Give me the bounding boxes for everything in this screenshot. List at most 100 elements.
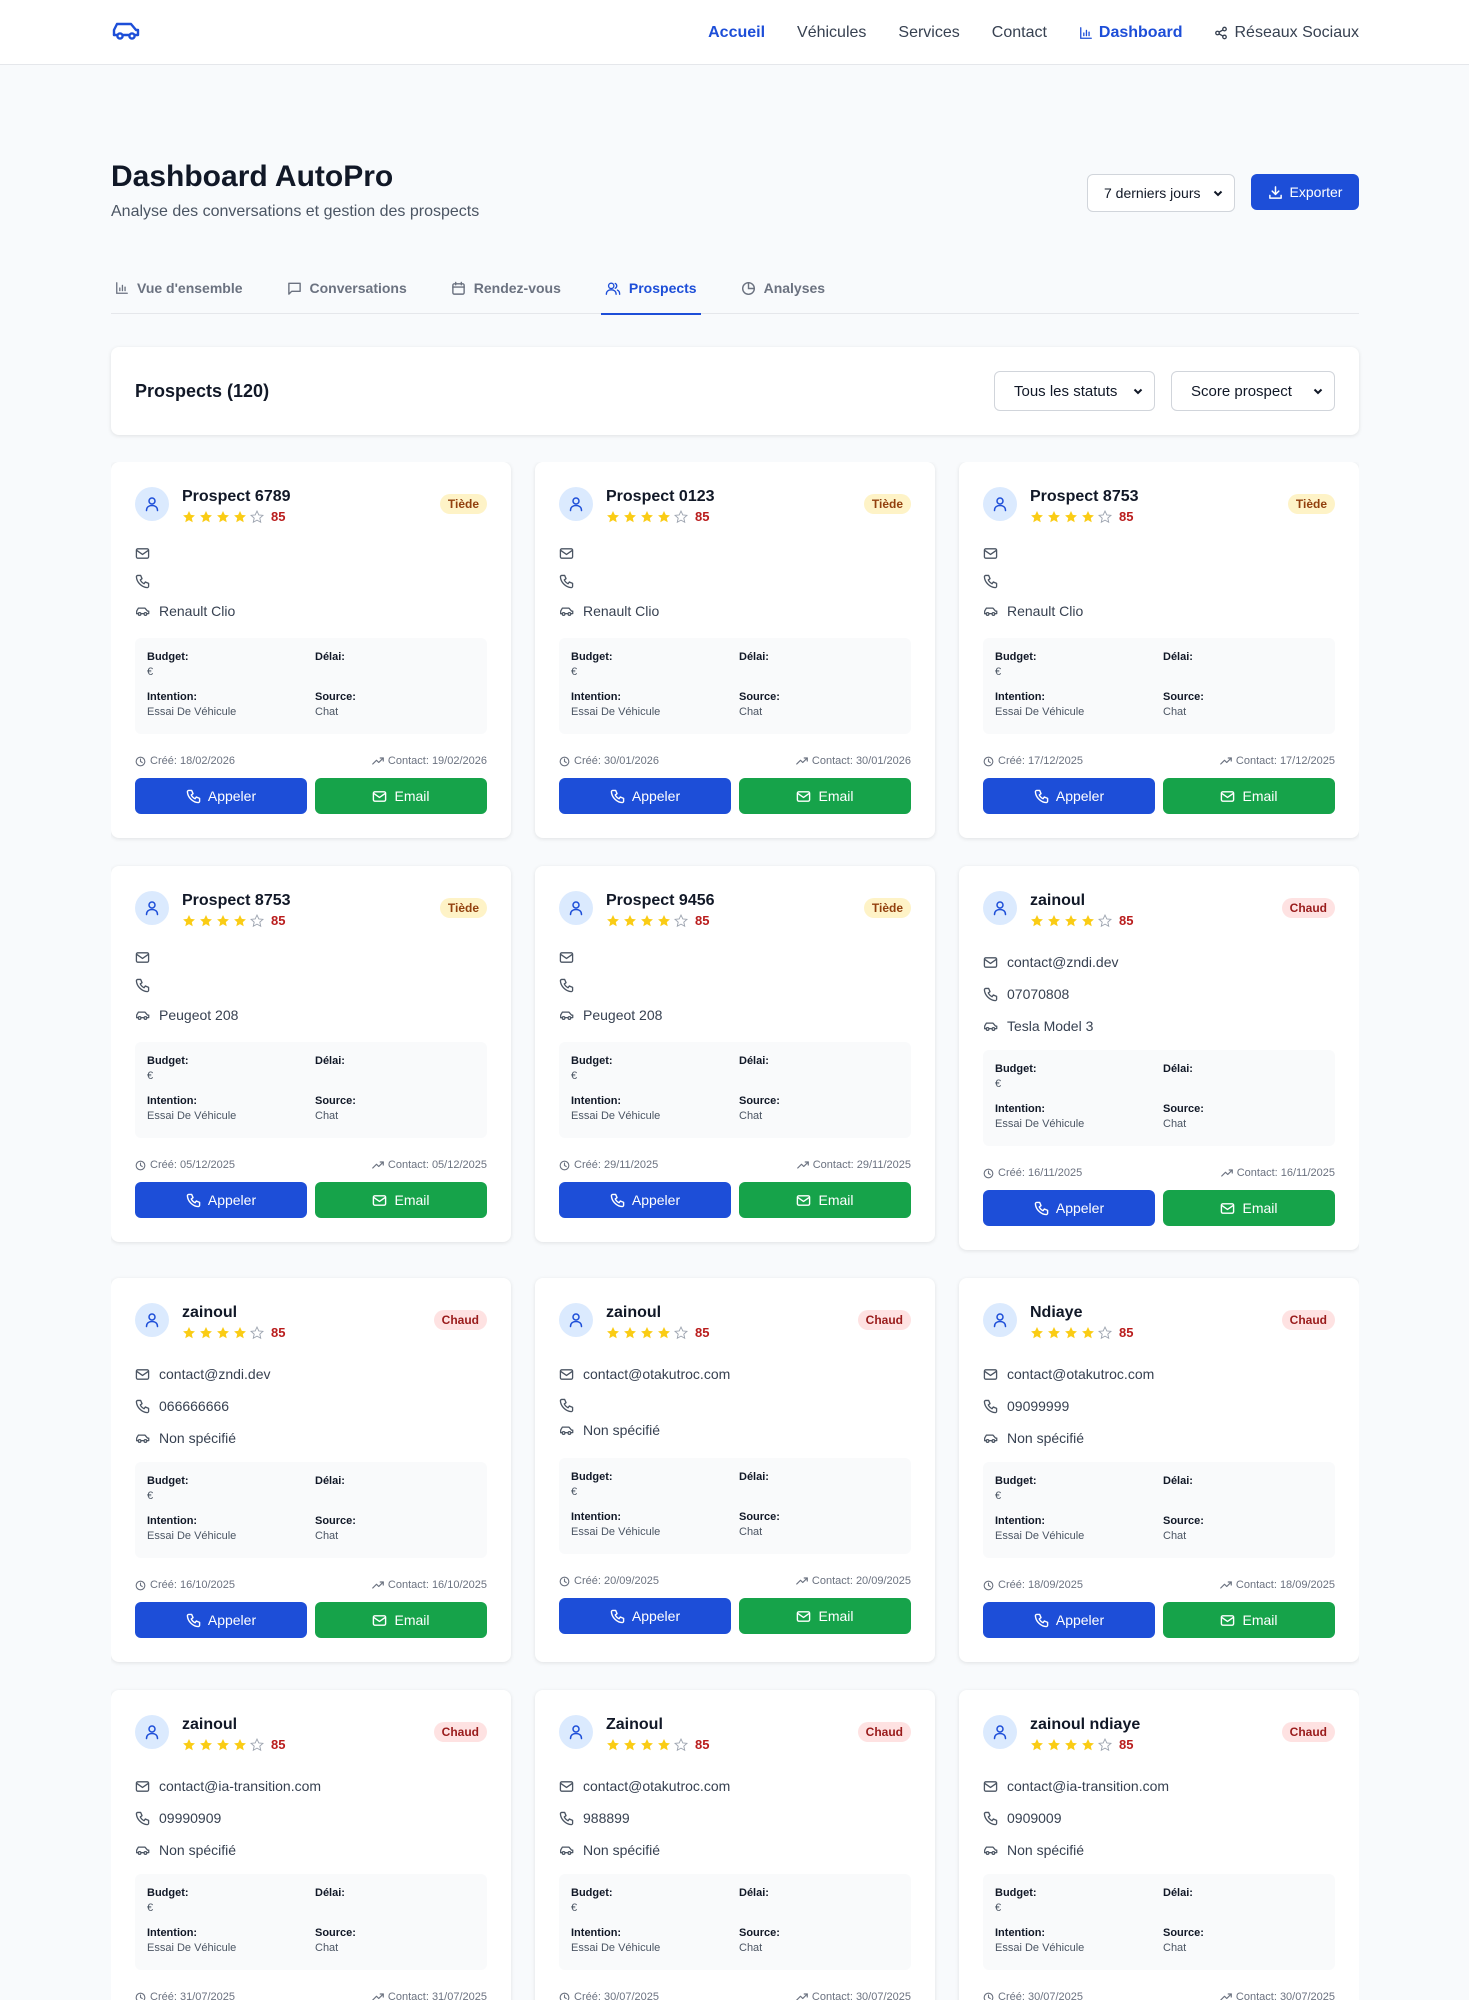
intention-label: Intention: bbox=[147, 1927, 198, 1939]
prospect-vehicle-row: Non spécifié bbox=[135, 1842, 236, 1858]
star-filled-icon bbox=[233, 510, 247, 524]
status-badge: Chaud bbox=[1281, 1310, 1335, 1330]
contact-date: Contact: 29/11/2025 bbox=[796, 1159, 911, 1171]
contact-date: Contact: 19/02/2026 bbox=[372, 755, 487, 767]
contact-date-text: Contact: 05/12/2025 bbox=[387, 1159, 487, 1171]
prospect-phone-row bbox=[559, 978, 583, 993]
contact-date-text: Contact: 30/07/2025 bbox=[1235, 1991, 1335, 2000]
budget-value: € bbox=[571, 666, 578, 678]
prospect-details-box: Budget: € Délai: Intention: Essai De Véhicul… bbox=[135, 1042, 487, 1138]
created-date-text: Créé: 20/09/2025 bbox=[574, 1575, 660, 1587]
call-button[interactable]: Appeler bbox=[983, 1602, 1155, 1638]
call-button[interactable]: Appeler bbox=[135, 1182, 307, 1218]
tab-label: Rendez-vous bbox=[473, 280, 561, 296]
call-button[interactable]: Appeler bbox=[983, 778, 1155, 814]
tab-vue-d-ensemble[interactable]: Vue d'ensemble bbox=[111, 262, 247, 314]
prospects-grid: Prospect 6789 85 Tiède Renault Clio Budget: €… bbox=[111, 462, 1359, 2000]
nav-item-contact[interactable]: Contact bbox=[992, 24, 1047, 42]
contact-date: Contact: 16/11/2025 bbox=[1220, 1167, 1335, 1179]
trending-up-icon bbox=[796, 756, 808, 766]
budget-value: € bbox=[571, 1070, 578, 1082]
call-button[interactable]: Appeler bbox=[135, 778, 307, 814]
prospect-vehicle: Non spécifié bbox=[159, 1842, 237, 1858]
tab-conversations[interactable]: Conversations bbox=[283, 262, 411, 314]
call-button[interactable]: Appeler bbox=[559, 1182, 731, 1218]
date-range-select[interactable]: 7 derniers jours bbox=[1087, 174, 1235, 212]
intention-value: Essai De Véhicule bbox=[995, 1118, 1085, 1130]
source-label: Source: bbox=[739, 1927, 780, 1939]
mail-icon bbox=[1220, 1613, 1235, 1628]
tab-prospects[interactable]: Prospects bbox=[600, 262, 701, 315]
email-button[interactable]: Email bbox=[315, 778, 487, 814]
star-filled-icon bbox=[657, 1738, 671, 1752]
prospect-phone-row: 07070808 bbox=[983, 986, 1069, 1002]
prospect-vehicle-row: Peugeot 208 bbox=[559, 1007, 662, 1023]
intention-label: Intention: bbox=[571, 691, 622, 703]
email-button[interactable]: Email bbox=[739, 778, 911, 814]
prospect-email-row: contact@ia-transition.com bbox=[983, 1778, 1169, 1794]
star-filled-icon bbox=[216, 914, 230, 928]
nav-item-dashboard[interactable]: Dashboard bbox=[1079, 24, 1182, 42]
email-button[interactable]: Email bbox=[1163, 778, 1335, 814]
source-value: Chat bbox=[315, 706, 339, 718]
status-filter-select[interactable]: Tous les statuts bbox=[994, 371, 1155, 411]
star-empty-icon bbox=[1098, 1325, 1112, 1340]
car-icon bbox=[135, 605, 150, 618]
clock-icon bbox=[983, 756, 994, 767]
email-button[interactable]: Email bbox=[1163, 1602, 1335, 1638]
budget-value: € bbox=[571, 1486, 578, 1498]
email-button[interactable]: Email bbox=[315, 1182, 487, 1218]
phone-icon bbox=[1034, 1201, 1049, 1216]
star-filled-icon bbox=[1081, 914, 1095, 928]
intention-value: Essai De Véhicule bbox=[571, 706, 661, 718]
email-button[interactable]: Email bbox=[739, 1598, 911, 1634]
call-button[interactable]: Appeler bbox=[559, 778, 731, 814]
prospect-card: Prospect 8753 85 Tiède Peugeot 208 Budget: € D… bbox=[111, 866, 511, 1242]
created-date: Créé: 29/11/2025 bbox=[559, 1159, 658, 1171]
star-filled-icon bbox=[182, 914, 196, 928]
nav-item-services[interactable]: Services bbox=[898, 24, 959, 42]
contact-date: Contact: 16/10/2025 bbox=[372, 1579, 487, 1591]
budget-label: Budget: bbox=[995, 1063, 1037, 1075]
prospect-score: 85 bbox=[271, 1737, 286, 1752]
email-button-label: Email bbox=[394, 788, 430, 804]
created-date: Créé: 18/02/2026 bbox=[135, 755, 235, 767]
source-label: Source: bbox=[1163, 1927, 1204, 1939]
prospect-vehicle-row: Non spécifié bbox=[559, 1422, 660, 1438]
email-button[interactable]: Email bbox=[739, 1182, 911, 1218]
prospect-phone: 09099999 bbox=[1007, 1398, 1070, 1414]
contact-date-text: Contact: 29/11/2025 bbox=[812, 1159, 911, 1171]
trending-up-icon bbox=[796, 1160, 809, 1170]
user-avatar-icon bbox=[983, 1715, 1017, 1749]
contact-date-text: Contact: 30/01/2026 bbox=[811, 755, 911, 767]
user-avatar-icon bbox=[135, 891, 169, 925]
source-label: Source: bbox=[1163, 1515, 1204, 1527]
tab-analyses[interactable]: Analyses bbox=[737, 262, 829, 314]
trending-up-icon bbox=[796, 1992, 808, 2000]
prospect-score: 85 bbox=[1119, 1325, 1134, 1340]
call-button[interactable]: Appeler bbox=[983, 1190, 1155, 1226]
nav-item-r-seaux-sociaux[interactable]: Réseaux Sociaux bbox=[1214, 24, 1359, 42]
export-button[interactable]: Exporter bbox=[1251, 174, 1359, 210]
phone-icon bbox=[983, 1811, 998, 1826]
email-button[interactable]: Email bbox=[315, 1602, 487, 1638]
star-filled-icon bbox=[623, 510, 637, 524]
prospect-email-row: contact@otakutroc.com bbox=[559, 1366, 730, 1382]
email-button[interactable]: Email bbox=[1163, 1190, 1335, 1226]
call-button[interactable]: Appeler bbox=[135, 1602, 307, 1638]
prospect-email-row: contact@otakutroc.com bbox=[983, 1366, 1154, 1382]
intention-value: Essai De Véhicule bbox=[995, 1942, 1085, 1954]
nav-item-v-hicules[interactable]: Véhicules bbox=[797, 24, 866, 42]
score-filter-select[interactable]: Score prospect bbox=[1171, 371, 1335, 411]
call-button[interactable]: Appeler bbox=[559, 1598, 731, 1634]
budget-value: € bbox=[995, 1490, 1002, 1502]
prospect-details-box: Budget: € Délai: Intention: Essai De Véhicul… bbox=[559, 1458, 911, 1554]
clock-icon bbox=[983, 1168, 994, 1179]
prospect-vehicle-row: Non spécifié bbox=[559, 1842, 660, 1858]
tab-rendez-vous[interactable]: Rendez-vous bbox=[447, 262, 565, 314]
car-logo-icon[interactable] bbox=[111, 20, 141, 42]
prospect-email: contact@otakutroc.com bbox=[1007, 1366, 1155, 1382]
budget-value: € bbox=[147, 1070, 154, 1082]
car-icon bbox=[983, 605, 998, 618]
nav-item-accueil[interactable]: Accueil bbox=[708, 24, 765, 42]
